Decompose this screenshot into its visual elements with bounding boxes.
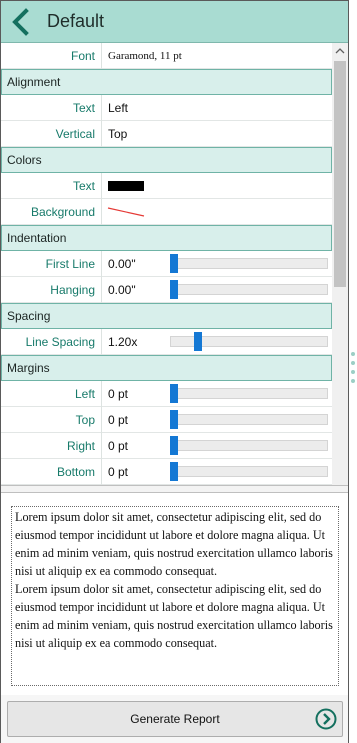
first-line-value[interactable]: 0.00": [108, 251, 136, 277]
hanging-value[interactable]: 0.00": [108, 277, 136, 303]
hanging-row[interactable]: Hanging 0.00": [1, 277, 332, 303]
generate-report-label: Generate Report: [130, 712, 220, 726]
section-margins[interactable]: Margins: [1, 355, 332, 381]
font-value[interactable]: Garamond, 11 pt: [108, 43, 182, 69]
first-line-label: First Line: [45, 257, 95, 271]
hanging-slider-track[interactable]: [170, 284, 328, 295]
scroll-up-arrow-icon[interactable]: [335, 47, 345, 55]
color-text-label: Text: [72, 179, 95, 193]
font-row[interactable]: Font Garamond, 11 pt: [1, 43, 332, 69]
margin-left-slider-thumb[interactable]: [170, 384, 178, 403]
margin-left-value[interactable]: 0 pt: [108, 381, 128, 407]
no-color-swatch-icon[interactable]: [107, 204, 145, 220]
text-color-swatch[interactable]: [108, 181, 144, 191]
margin-top-slider-thumb[interactable]: [170, 410, 178, 429]
color-background-row[interactable]: Background: [1, 199, 332, 225]
first-line-row[interactable]: First Line 0.00": [1, 251, 332, 277]
header: Default: [1, 1, 348, 43]
margin-right-slider-thumb[interactable]: [170, 436, 178, 455]
section-colors[interactable]: Colors: [1, 147, 332, 173]
hanging-label: Hanging: [50, 283, 95, 297]
panel-splitter[interactable]: [1, 485, 348, 493]
margin-left-label: Left: [74, 387, 95, 401]
margin-right-slider-track[interactable]: [170, 440, 328, 451]
hanging-slider-thumb[interactable]: [170, 280, 178, 299]
margin-top-row[interactable]: Top 0 pt: [1, 407, 332, 433]
line-spacing-slider-thumb[interactable]: [194, 332, 202, 351]
color-text-row[interactable]: Text: [1, 173, 332, 199]
alignment-vertical-label: Vertical: [55, 127, 95, 141]
first-line-slider-track[interactable]: [170, 258, 328, 269]
vertical-scrollbar[interactable]: [332, 43, 348, 485]
properties-panel[interactable]: Font Garamond, 11 pt Alignment Text Left…: [1, 43, 348, 485]
section-indentation[interactable]: Indentation: [1, 225, 332, 251]
margin-right-row[interactable]: Right 0 pt: [1, 433, 332, 459]
page-title: Default: [47, 11, 105, 31]
margin-bottom-value[interactable]: 0 pt: [108, 459, 128, 485]
section-alignment[interactable]: Alignment: [1, 69, 332, 95]
line-spacing-label: Line Spacing: [25, 335, 95, 349]
margin-top-label: Top: [75, 413, 95, 427]
side-grip-handle[interactable]: [350, 352, 356, 392]
alignment-text-value[interactable]: Left: [108, 95, 128, 121]
alignment-text-label: Text: [72, 101, 95, 115]
margin-bottom-slider-track[interactable]: [170, 466, 328, 477]
margin-left-slider-track[interactable]: [170, 388, 328, 399]
color-background-label: Background: [30, 205, 95, 219]
scrollbar-thumb[interactable]: [334, 61, 346, 287]
preview-paragraph: Lorem ipsum dolor sit amet, consectetur …: [15, 582, 333, 650]
app-window: Default Font Garamond, 11 pt Alignment T…: [0, 0, 349, 743]
chevron-left-icon[interactable]: [7, 7, 37, 37]
alignment-vertical-value[interactable]: Top: [108, 121, 127, 147]
line-spacing-value[interactable]: 1.20x: [108, 329, 137, 355]
margin-right-value[interactable]: 0 pt: [108, 433, 128, 459]
arrow-circle-right-icon: [315, 708, 337, 730]
section-spacing[interactable]: Spacing: [1, 303, 332, 329]
margin-bottom-label: Bottom: [56, 465, 95, 479]
margin-top-value[interactable]: 0 pt: [108, 407, 128, 433]
line-spacing-row[interactable]: Line Spacing 1.20x: [1, 329, 332, 355]
margin-left-row[interactable]: Left 0 pt: [1, 381, 332, 407]
text-preview: Lorem ipsum dolor sit amet, consectetur …: [11, 506, 339, 686]
margin-right-label: Right: [66, 439, 95, 453]
margin-bottom-row[interactable]: Bottom 0 pt: [1, 459, 332, 485]
alignment-text-row[interactable]: Text Left: [1, 95, 332, 121]
font-label: Font: [70, 49, 95, 63]
margin-top-slider-track[interactable]: [170, 414, 328, 425]
margin-bottom-slider-thumb[interactable]: [170, 462, 178, 481]
first-line-slider-thumb[interactable]: [170, 254, 178, 273]
preview-paragraph: Lorem ipsum dolor sit amet, consectetur …: [15, 510, 333, 578]
generate-report-button[interactable]: Generate Report: [7, 701, 343, 737]
alignment-vertical-row[interactable]: Vertical Top: [1, 121, 332, 147]
